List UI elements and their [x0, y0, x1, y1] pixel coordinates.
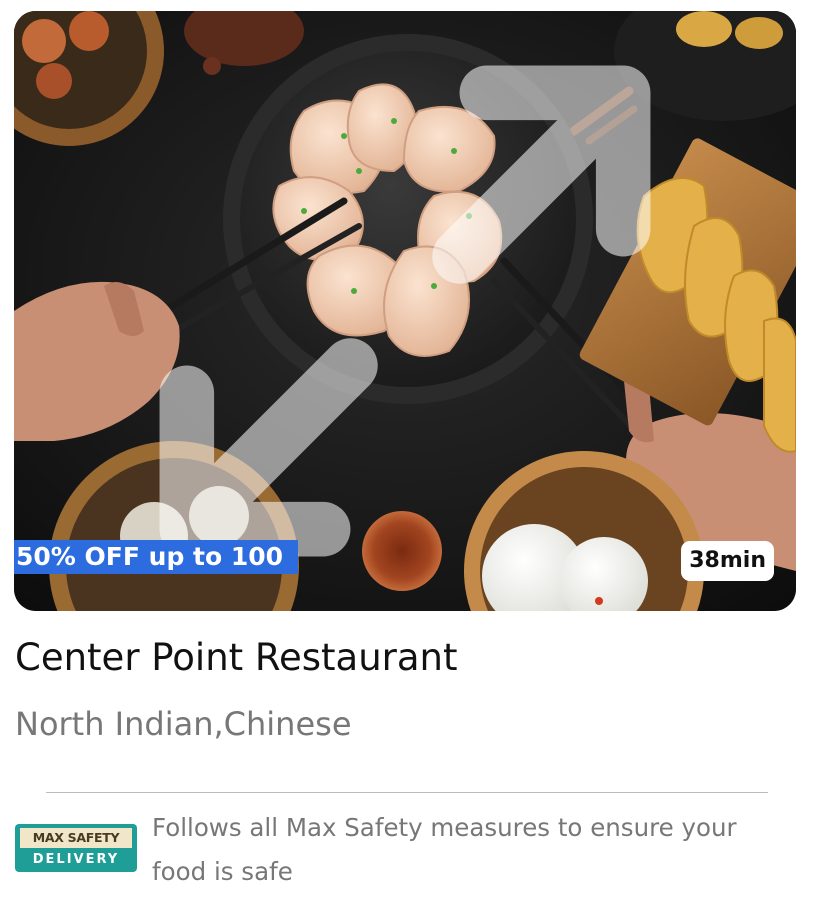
max-safety-logo: MAX SAFETY DELIVERY: [15, 824, 137, 872]
expand-icon: [159, 65, 651, 557]
divider: [46, 792, 768, 793]
restaurant-name[interactable]: Center Point Restaurant: [15, 636, 457, 679]
restaurant-card[interactable]: 50% OFF up to 100 38min Center Point Res…: [0, 0, 816, 915]
cuisine-list: North Indian,Chinese: [15, 705, 352, 743]
safety-message: Follows all Max Safety measures to ensur…: [152, 813, 737, 886]
delivery-time-badge: 38min: [681, 541, 774, 581]
offer-badge: 50% OFF up to 100: [14, 540, 299, 574]
max-safety-logo-top: MAX SAFETY: [20, 828, 132, 848]
max-safety-logo-bottom: DELIVERY: [32, 852, 120, 867]
restaurant-photo[interactable]: 50% OFF up to 100 38min: [14, 11, 796, 611]
